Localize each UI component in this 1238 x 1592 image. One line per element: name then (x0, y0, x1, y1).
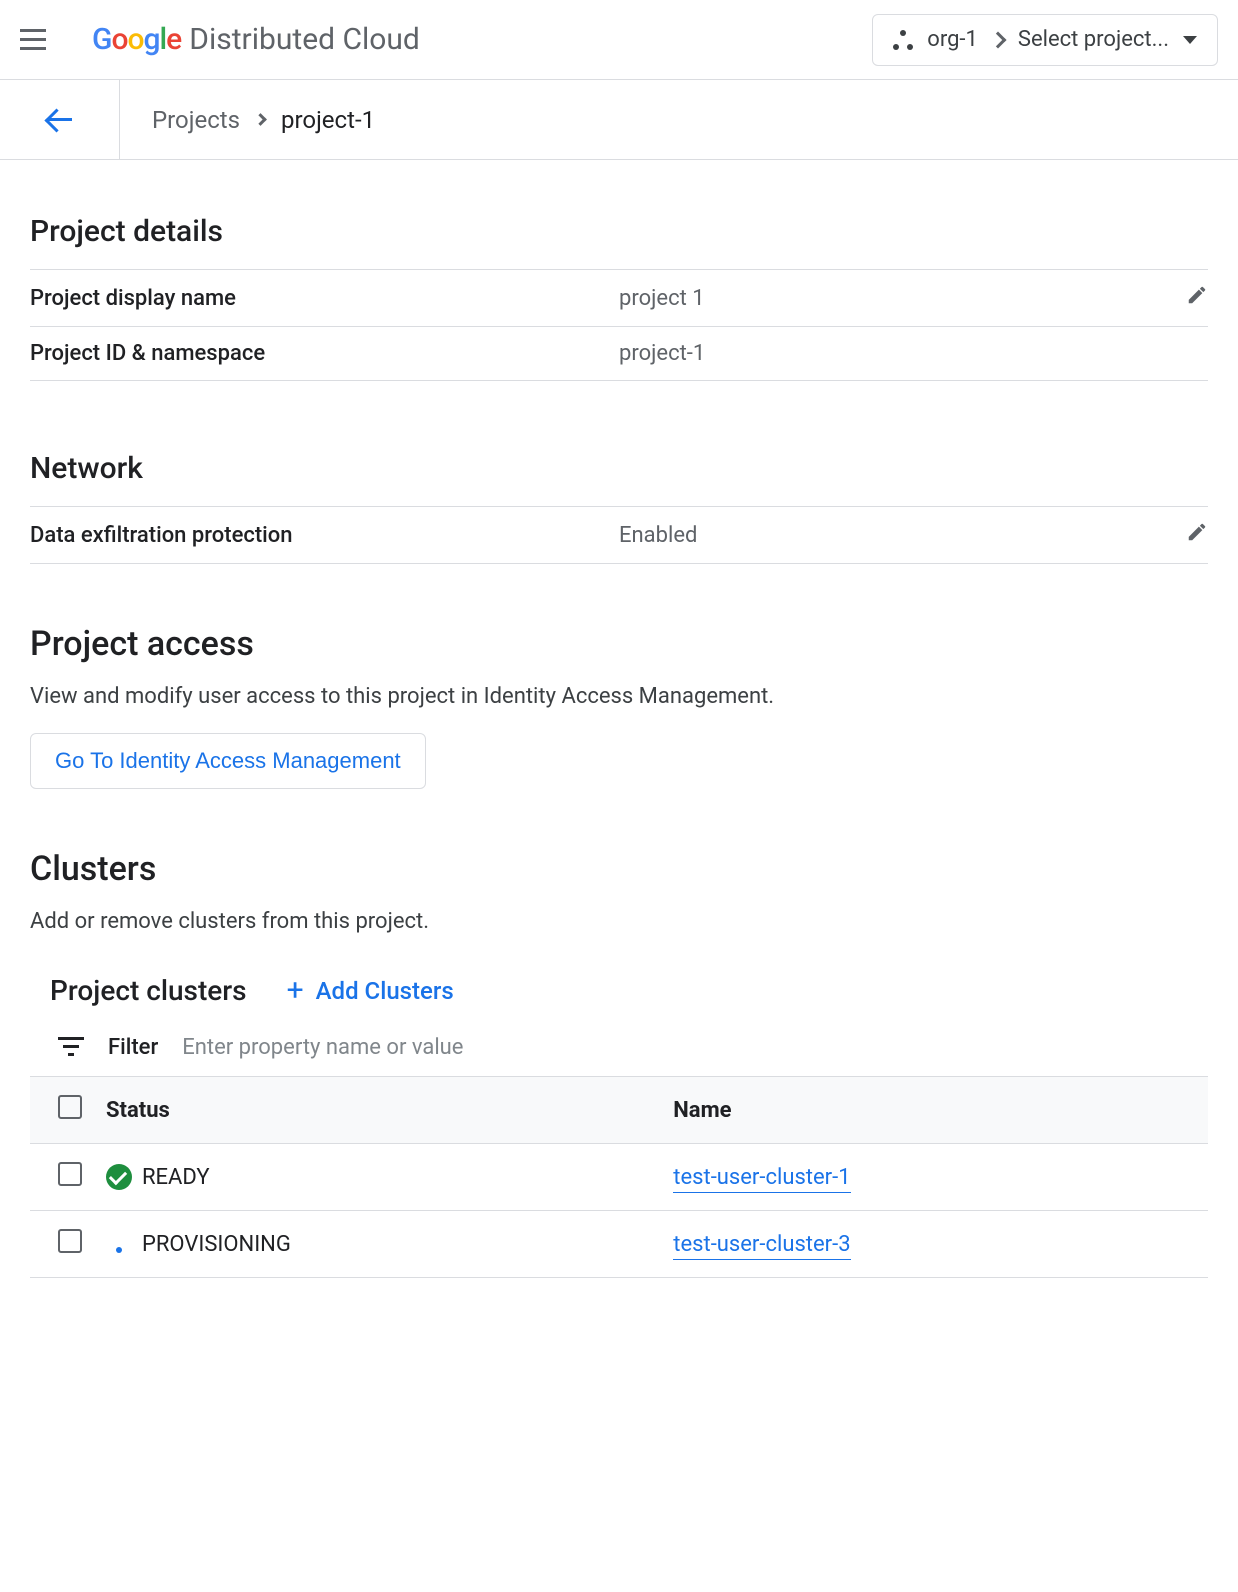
org-icon (893, 30, 913, 50)
brand: Google Distributed Cloud (92, 22, 420, 57)
table-row: READY test-user-cluster-1 (30, 1144, 1208, 1211)
project-access-description: View and modify user access to this proj… (30, 684, 1208, 709)
detail-row: Project ID & namespace project-1 (30, 327, 1208, 381)
cluster-link[interactable]: test-user-cluster-3 (673, 1232, 850, 1260)
breadcrumb-parent[interactable]: Projects (152, 106, 240, 134)
filter-input[interactable]: Enter property name or value (182, 1035, 463, 1060)
edit-icon[interactable] (1186, 521, 1208, 543)
chevron-right-icon (989, 31, 1006, 48)
project-selector[interactable]: org-1 Select project... (872, 14, 1218, 66)
column-name: Name (661, 1077, 1208, 1144)
detail-row: Project display name project 1 (30, 270, 1208, 327)
clusters-description: Add or remove clusters from this project… (30, 909, 1208, 934)
project-access-title: Project access (30, 624, 1208, 664)
project-clusters-label: Project clusters (50, 974, 247, 1007)
network-title: Network (30, 451, 1208, 486)
status-ready-icon (106, 1164, 132, 1190)
edit-icon[interactable] (1186, 284, 1208, 306)
back-button[interactable] (0, 80, 120, 159)
status-provisioning-icon (106, 1231, 132, 1257)
google-logo: Google (92, 22, 181, 57)
arrow-left-icon (46, 106, 74, 134)
org-name: org-1 (927, 27, 978, 52)
column-status: Status (94, 1077, 661, 1144)
filter-label: Filter (108, 1035, 158, 1060)
project-selector-label: Select project... (1018, 27, 1169, 52)
clusters-table: Status Name READY test-user-cluster-1 (30, 1076, 1208, 1278)
breadcrumb: Projects project-1 (120, 106, 375, 134)
menu-icon[interactable] (20, 24, 52, 56)
row-checkbox[interactable] (58, 1229, 82, 1253)
table-row: PROVISIONING test-user-cluster-3 (30, 1211, 1208, 1278)
clusters-title: Clusters (30, 849, 1208, 889)
detail-value: Enabled (619, 507, 1158, 564)
detail-row: Data exfiltration protection Enabled (30, 507, 1208, 564)
project-details-table: Project display name project 1 Project I… (30, 269, 1208, 381)
row-checkbox[interactable] (58, 1162, 82, 1186)
detail-label: Project display name (30, 270, 619, 327)
filter-row[interactable]: Filter Enter property name or value (30, 1019, 1208, 1076)
detail-value: project 1 (619, 270, 1158, 327)
detail-label: Project ID & namespace (30, 327, 619, 381)
status-text: READY (142, 1165, 210, 1190)
cluster-link[interactable]: test-user-cluster-1 (673, 1165, 850, 1193)
project-details-title: Project details (30, 214, 1208, 249)
top-bar: Google Distributed Cloud org-1 Select pr… (0, 0, 1238, 80)
select-all-checkbox[interactable] (58, 1095, 82, 1119)
caret-down-icon (1183, 36, 1197, 44)
breadcrumb-current: project-1 (281, 106, 375, 134)
network-table: Data exfiltration protection Enabled (30, 506, 1208, 564)
add-clusters-button[interactable]: + Add Clusters (287, 976, 454, 1006)
detail-value: project-1 (619, 327, 1158, 381)
subheader: Projects project-1 (0, 80, 1238, 160)
plus-icon: + (287, 976, 304, 1006)
filter-icon (58, 1037, 84, 1059)
detail-label: Data exfiltration protection (30, 507, 619, 564)
add-clusters-label: Add Clusters (316, 977, 454, 1005)
clusters-subheader-row: Project clusters + Add Clusters (50, 974, 1208, 1007)
iam-button[interactable]: Go To Identity Access Management (30, 733, 426, 789)
status-text: PROVISIONING (142, 1232, 291, 1257)
product-name: Distributed Cloud (189, 22, 420, 57)
chevron-right-icon (254, 113, 267, 126)
